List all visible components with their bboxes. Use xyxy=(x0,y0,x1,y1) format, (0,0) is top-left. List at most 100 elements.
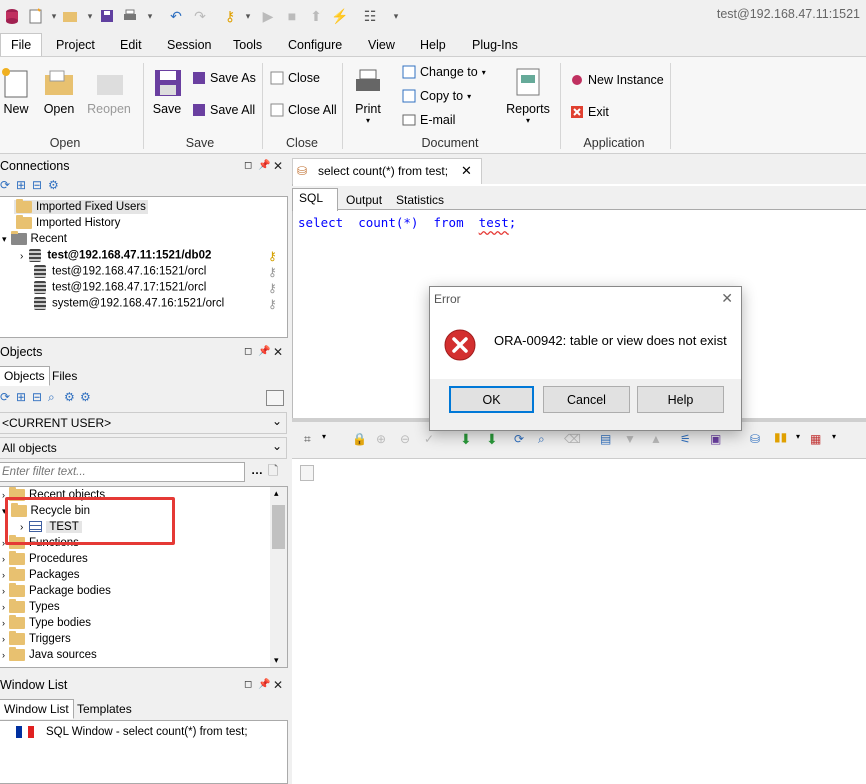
redo-icon[interactable]: ↷ xyxy=(190,6,210,26)
key-icon[interactable]: ⚷ xyxy=(220,6,240,26)
tree-item[interactable]: › Triggers xyxy=(2,631,71,645)
tree-item[interactable]: ▾ Recent xyxy=(2,231,67,245)
maximize-icon[interactable]: ◻ xyxy=(244,679,252,690)
customize-icon[interactable]: ☷ xyxy=(360,6,380,26)
tree-item[interactable]: test@192.168.47.17:1521/orcl xyxy=(34,281,206,294)
tree-item[interactable]: › test@192.168.47.11:1521/db02 xyxy=(20,249,211,262)
tree-item[interactable]: › Packages xyxy=(2,567,80,581)
dropdown-icon[interactable]: ▾ xyxy=(140,6,160,26)
dropdown-icon[interactable]: ▾ xyxy=(322,432,326,441)
pin-icon[interactable]: 📌 xyxy=(258,679,270,690)
next-icon[interactable]: ▲ xyxy=(650,432,662,446)
filter-icon[interactable]: ⚙ xyxy=(64,390,75,404)
close-all-button[interactable]: Close All xyxy=(270,103,337,117)
refresh-icon[interactable]: ⟳ xyxy=(0,390,10,404)
lock-icon[interactable]: ■ xyxy=(282,6,302,26)
chevron-up-icon[interactable]: ▴ xyxy=(274,488,279,499)
copy-to-button[interactable]: Copy to ▾ xyxy=(402,89,471,103)
scrollbar[interactable]: ▴ ▾ xyxy=(270,487,287,667)
tab-output[interactable]: Output xyxy=(342,191,386,209)
open-button[interactable]: Open xyxy=(40,67,78,116)
tree-item[interactable]: system@192.168.47.16:1521/orcl xyxy=(34,297,224,310)
fetch-next-icon[interactable]: ⬇ xyxy=(460,431,472,448)
user-select[interactable]: <CURRENT USER> ⌄ xyxy=(0,412,287,434)
tree-item[interactable]: › Procedures xyxy=(2,551,88,565)
tree-item[interactable]: › Type bodies xyxy=(2,615,91,629)
help-button[interactable]: Help xyxy=(637,386,724,413)
dropdown-icon[interactable]: ▾ xyxy=(238,6,258,26)
tab-files[interactable]: Files xyxy=(48,367,81,385)
menu-project[interactable]: Project xyxy=(56,38,95,52)
tab-window-list[interactable]: Window List xyxy=(0,699,74,719)
grid-row-selector[interactable] xyxy=(300,465,314,481)
filter-text-input[interactable] xyxy=(0,462,245,482)
commit-icon[interactable]: ⬆ xyxy=(306,6,326,26)
tree-item[interactable]: Imported Fixed Users xyxy=(14,199,148,215)
exit-button[interactable]: Exit xyxy=(570,105,609,119)
insert-row-icon[interactable]: ⊕ xyxy=(376,432,386,446)
ok-button[interactable]: OK xyxy=(449,386,534,413)
dropdown-icon[interactable]: ▾ xyxy=(796,432,800,441)
save-icon[interactable] xyxy=(97,6,117,26)
save-as-button[interactable]: Save As xyxy=(192,71,256,85)
expand-icon[interactable]: ⊞ xyxy=(16,178,26,192)
close-tab-icon[interactable]: ✕ xyxy=(461,163,472,179)
fetch-last-icon[interactable]: ⬇ xyxy=(486,431,498,448)
refresh-icon[interactable]: ⟳ xyxy=(0,178,10,192)
reopen-button[interactable]: Reopen xyxy=(86,67,132,116)
table-icon[interactable]: ▦ xyxy=(810,432,821,446)
open-icon[interactable] xyxy=(60,6,80,26)
new-icon[interactable] xyxy=(26,6,46,26)
lock-icon[interactable]: 🔒 xyxy=(352,432,367,446)
tree-item[interactable]: › Java sources xyxy=(2,647,97,661)
close-button[interactable]: Close xyxy=(270,71,320,85)
dropdown-icon[interactable]: ▾ xyxy=(386,6,406,26)
print-icon[interactable] xyxy=(120,6,140,26)
new-instance-button[interactable]: New Instance xyxy=(570,73,664,87)
tree-item[interactable]: › Package bodies xyxy=(2,583,111,597)
grid-select-icon[interactable]: ⌗ xyxy=(304,432,311,447)
new-button[interactable]: New xyxy=(0,67,32,116)
menu-tools[interactable]: Tools xyxy=(233,38,262,52)
filter-icon[interactable]: ⚙ xyxy=(48,178,59,192)
query-by-example-icon[interactable]: ⚟ xyxy=(680,432,691,446)
close-icon[interactable]: ✕ xyxy=(273,159,283,173)
delete-row-icon[interactable]: ⊖ xyxy=(400,432,410,446)
dropdown-icon[interactable]: ▾ xyxy=(832,432,836,441)
find-icon[interactable]: ⌕ xyxy=(48,390,55,405)
post-icon[interactable]: ✓ xyxy=(424,432,434,446)
export-icon[interactable]: ⛁ xyxy=(750,432,760,446)
pin-icon[interactable]: 📌 xyxy=(258,346,270,357)
tab-templates[interactable]: Templates xyxy=(73,700,136,718)
collapse-icon[interactable]: ⊟ xyxy=(32,390,42,404)
tree-item[interactable]: test@192.168.47.16:1521/orcl xyxy=(34,265,206,278)
reports-button[interactable]: Reports ▾ xyxy=(505,67,551,125)
chevron-down-icon[interactable]: ▾ xyxy=(274,655,279,666)
clear-icon[interactable]: ⌫ xyxy=(564,432,581,446)
save-button[interactable]: Save xyxy=(150,67,184,116)
menu-file[interactable]: File xyxy=(11,38,31,52)
scrollbar-thumb[interactable] xyxy=(272,505,285,549)
tab-objects[interactable]: Objects xyxy=(0,366,50,386)
close-icon[interactable]: ✕ xyxy=(273,345,283,359)
menu-configure[interactable]: Configure xyxy=(288,38,342,52)
more-options-icon[interactable]: … xyxy=(251,463,263,477)
expand-icon[interactable]: ⊞ xyxy=(16,390,26,404)
maximize-icon[interactable]: ◻ xyxy=(244,160,252,171)
list-item[interactable]: SQL Window - select count(*) from test; xyxy=(16,726,248,738)
collapse-icon[interactable]: ⊟ xyxy=(32,178,42,192)
close-icon[interactable]: ✕ xyxy=(273,678,283,692)
tree-item[interactable]: › Types xyxy=(2,599,60,613)
cancel-button[interactable]: Cancel xyxy=(543,386,630,413)
menu-help[interactable]: Help xyxy=(420,38,446,52)
previous-icon[interactable]: ▼ xyxy=(624,432,636,446)
option-checkbox[interactable] xyxy=(266,390,284,406)
sql-editor[interactable]: select count(*) from test; xyxy=(298,215,516,230)
close-icon[interactable]: ✕ xyxy=(721,290,733,307)
find-icon[interactable]: ⌕ xyxy=(538,432,545,447)
save-results-icon[interactable]: ▣ xyxy=(710,432,721,446)
save-all-button[interactable]: Save All xyxy=(192,103,255,117)
chart-icon[interactable]: ▮▮ xyxy=(774,430,787,444)
menu-plugins[interactable]: Plug-Ins xyxy=(472,38,518,52)
editor-tab[interactable]: ⛁ select count(*) from test; ✕ xyxy=(292,158,482,184)
